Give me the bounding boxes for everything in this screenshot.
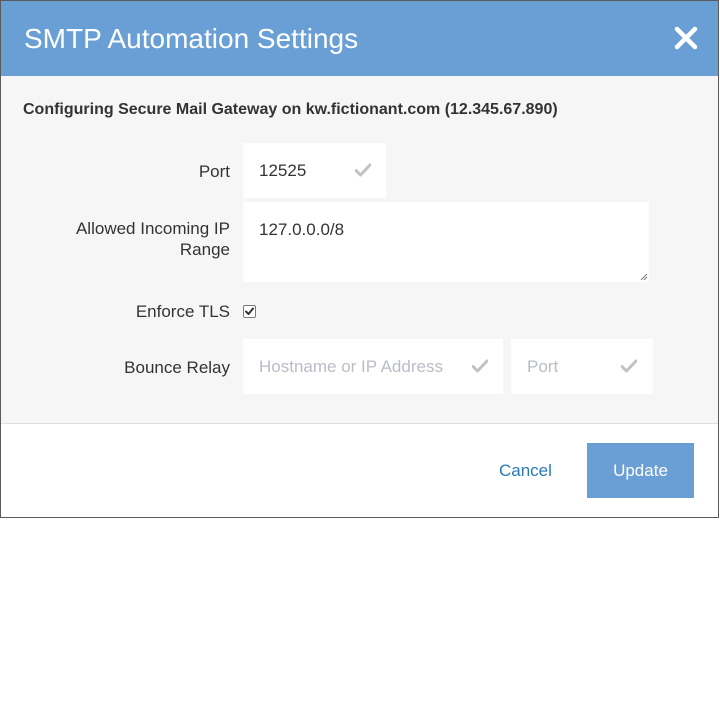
bounce-relay-port-placeholder: Port — [527, 357, 559, 376]
cancel-button[interactable]: Cancel — [499, 460, 552, 481]
dialog-footer: Cancel Update — [1, 424, 718, 517]
dialog-body: Configuring Secure Mail Gateway on kw.fi… — [1, 76, 718, 424]
ip-range-textarea[interactable]: 127.0.0.0/8 — [243, 202, 649, 282]
port-label: Port — [198, 162, 230, 181]
port-input-value: 12525 — [259, 161, 307, 180]
dialog-header: SMTP Automation Settings — [1, 1, 718, 76]
enforce-tls-label: Enforce TLS — [135, 302, 230, 321]
checkmark-icon — [472, 359, 488, 373]
checkmark-icon — [621, 359, 637, 373]
dialog-title: SMTP Automation Settings — [24, 23, 359, 54]
close-button[interactable] — [669, 21, 703, 55]
ip-range-value: 127.0.0.0/8 — [259, 220, 345, 239]
smtp-settings-dialog: SMTP Automation Settings Configuring Sec… — [0, 0, 719, 518]
bounce-relay-host-input[interactable]: Hostname or IP Address — [243, 339, 503, 394]
resize-handle-icon[interactable] — [640, 273, 648, 281]
checkbox-check-icon — [245, 307, 254, 315]
config-description: Configuring Secure Mail Gateway on kw.fi… — [23, 101, 558, 118]
bounce-relay-label: Bounce Relay — [124, 358, 230, 377]
bounce-relay-host-placeholder: Hostname or IP Address — [259, 357, 443, 376]
enforce-tls-checkbox[interactable] — [243, 305, 256, 318]
checkmark-icon — [355, 163, 371, 177]
bounce-relay-port-input[interactable]: Port — [511, 339, 653, 394]
update-button[interactable]: Update — [587, 443, 694, 498]
port-input[interactable]: 12525 — [243, 143, 386, 198]
ip-range-label: Allowed Incoming IP Range — [75, 219, 230, 259]
close-icon — [674, 26, 698, 50]
